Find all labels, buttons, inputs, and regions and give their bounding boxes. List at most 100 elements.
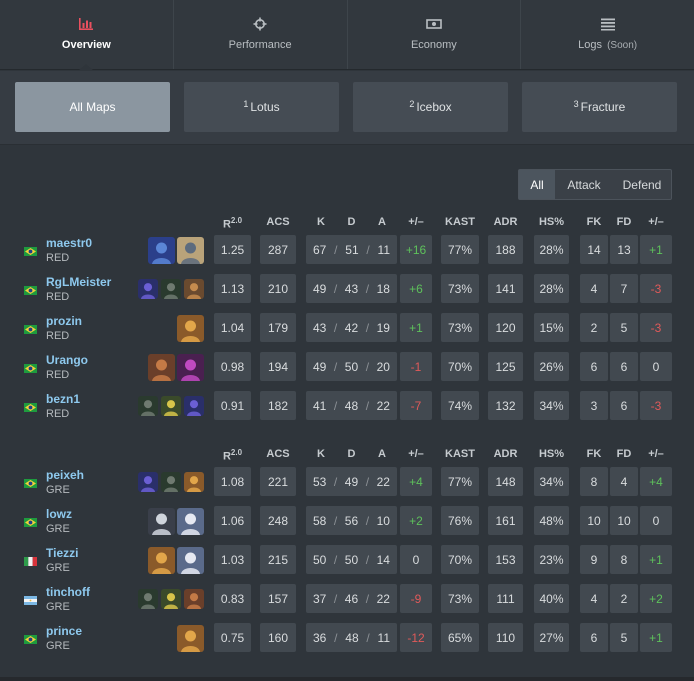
stat-acs: 221 [260,467,296,496]
stat-hs: 34% [534,467,569,496]
map-lotus-button[interactable]: 1 Lotus [184,82,339,132]
map-all-button[interactable]: All Maps [15,82,170,132]
column-header-k[interactable]: K [306,448,336,460]
player-name-link[interactable]: RgLMeister [46,275,111,289]
column-header-kast[interactable]: KAST [441,448,479,460]
tab-overview-label: Overview [61,38,111,51]
player-team-tag: RED [46,369,70,381]
stat-kast: 77% [441,467,479,496]
column-header-fkpm[interactable]: +/– [640,448,672,460]
stat-adr: 161 [488,506,523,535]
map-icebox-button[interactable]: 2 Icebox [353,82,508,132]
stat-adr: 153 [488,545,523,574]
stat-hs: 26% [534,352,569,381]
player-team-tag: RED [46,330,70,342]
stat-fd: 6 [610,352,638,381]
stat-adr: 188 [488,235,523,264]
brazil-flag-icon [24,323,37,334]
player-name-link[interactable]: maestr0 [46,236,92,250]
column-header-a[interactable]: A [367,216,397,228]
agent-omen-icon [138,279,158,299]
rating-header-version: 2.0 [230,448,243,457]
kda-separator: / [333,359,338,374]
player-name-link[interactable]: tinchoff [46,585,90,599]
column-header-adr[interactable]: ADR [488,448,523,460]
kda-separator: / [366,242,370,257]
column-header-kast[interactable]: KAST [441,216,479,228]
player-row: peixeh GRE 1.08 221 53/49/22 +4 77% 148 34% 8 4 +4 [0,463,694,502]
banknote-icon [426,17,442,31]
filter-defend-button[interactable]: Defend [613,170,671,199]
stat-assists: 11 [377,242,390,257]
stat-deaths: 50 [344,359,359,374]
tab-logs-label: Logs [578,38,603,51]
filter-all-button[interactable]: All [519,170,555,199]
stat-kills: 67 [313,242,327,257]
player-name-link[interactable]: bezn1 [46,392,80,406]
player-team-tag: GRE [46,523,70,535]
column-header-adr[interactable]: ADR [488,216,523,228]
column-header-k[interactable]: K [306,216,336,228]
column-header-acs[interactable]: ACS [260,448,296,460]
map-fracture-button[interactable]: 3 Fracture [522,82,677,132]
stat-fd: 4 [610,467,638,496]
rating-header-label: R [222,450,231,463]
stat-acs: 182 [260,391,296,420]
player-name-link[interactable]: Urango [46,353,88,367]
stat-hs: 27% [534,623,569,652]
player-name-link[interactable]: prozin [46,314,82,328]
column-header-fk[interactable]: FK [580,216,608,228]
agent-killjoy-icon [161,589,181,609]
column-header-fd[interactable]: FD [610,216,638,228]
tab-logs[interactable]: Logs (Soon) [521,0,694,69]
bar-chart-icon [78,17,94,31]
player-row: bezn1 RED 0.91 182 41 / 48 / 22 -7 74% 132 34% 3 6 -3 [0,387,694,426]
player-row: prince GRE 0.75 160 36 / 48 / 11 -12 65% 110 27% 6 5 +1 [0,619,694,658]
player-name-link[interactable]: peixeh [46,468,84,482]
column-header-rating[interactable]: R2.0 [214,448,251,463]
filter-attack-button[interactable]: Attack [555,170,613,199]
column-header-pm[interactable]: +/– [400,216,432,228]
kda-separator: / [333,320,338,335]
stat-hs: 15% [534,313,569,342]
rating-header-version: 2.0 [230,216,243,225]
stats-header: R2.0 ACS K D A +/– KAST ADR HS% FK FD +/– [0,216,694,232]
player-name-link[interactable]: lowz [46,507,72,521]
stat-kast: 65% [441,623,479,652]
column-header-fkpm[interactable]: +/– [640,216,672,228]
kda-separator: / [333,591,338,606]
column-header-rating[interactable]: R2.0 [214,216,251,231]
stat-fkpm: +2 [640,584,672,613]
stat-pm: +16 [400,235,432,264]
column-header-acs[interactable]: ACS [260,216,296,228]
stat-adr: 125 [488,352,523,381]
column-header-d[interactable]: D [336,216,367,228]
player-name-link[interactable]: prince [46,624,82,638]
column-header-pm[interactable]: +/– [400,448,432,460]
stats-header: R2.0 ACS K D A +/– KAST ADR HS% FK FD +/– [0,448,694,464]
player-name-link[interactable]: Tiezzi [46,546,78,560]
column-header-fd[interactable]: FD [610,448,638,460]
kda-separator: / [333,281,338,296]
agent-raze-icon [177,625,204,652]
stat-deaths: 50 [344,552,359,567]
column-header-hs[interactable]: HS% [534,448,569,460]
stat-kda: 49 / 43 / 18 [306,274,397,303]
column-header-hs[interactable]: HS% [534,216,569,228]
column-header-d[interactable]: D [336,448,367,460]
tab-economy[interactable]: Economy [348,0,522,69]
stat-fkpm: 0 [640,352,672,381]
stat-pm: +1 [400,313,432,342]
stat-assists: 10 [376,513,390,528]
stat-fkpm: +1 [640,235,672,264]
player-row: Tiezzi GRE 1.03 215 50 / 50 / 14 0 70% 153 23% 9 8 +1 [0,541,694,580]
stat-fk: 10 [580,506,608,535]
column-header-fk[interactable]: FK [580,448,608,460]
stat-fk: 6 [580,352,608,381]
kda-separator: / [365,320,370,335]
stat-kills: 41 [313,398,327,413]
tab-overview[interactable]: Overview [0,0,174,70]
stat-deaths: 51 [345,242,359,257]
tab-performance[interactable]: Performance [174,0,348,69]
column-header-a[interactable]: A [367,448,397,460]
